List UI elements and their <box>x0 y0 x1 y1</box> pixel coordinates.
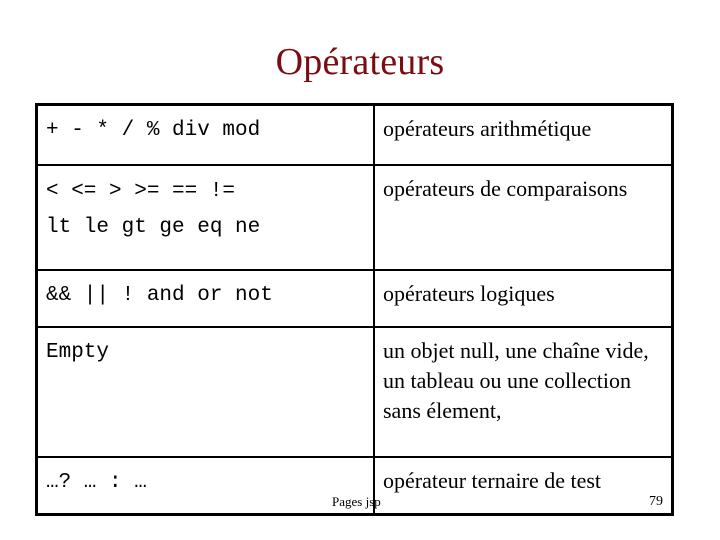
operator-description-cell: opérateur ternaire de test <box>373 455 674 516</box>
operator-syntax-cell: < <= > >= == != lt le gt ge eq ne <box>35 163 375 271</box>
operator-syntax-cell: Empty <box>35 325 375 458</box>
operator-description-text: opérateurs de comparaisons <box>383 175 628 201</box>
operator-syntax-line: && || ! and or not <box>46 283 273 307</box>
operator-syntax-line: < <= > >= == != <box>46 179 236 203</box>
table-row: && || ! and or not opérateurs logiques <box>35 268 674 328</box>
operator-syntax-cell: …? … : … <box>35 455 375 516</box>
operator-description-cell: opérateurs arithmétique <box>373 103 674 166</box>
operator-description-text: un objet null, une chaîne vide, un table… <box>383 337 649 423</box>
page-number: 79 <box>649 494 663 509</box>
operator-syntax-line: lt le gt ge eq ne <box>46 215 261 239</box>
footer-label: Pages jsp <box>332 494 381 509</box>
operator-description-text: opérateur ternaire de test <box>383 467 602 493</box>
operator-description-text: opérateurs arithmétique <box>383 116 592 141</box>
operator-syntax-cell: + - * / % div mod <box>35 103 375 166</box>
operator-description-cell: un objet null, une chaîne vide, un table… <box>373 325 674 458</box>
operator-description-cell: opérateurs logiques <box>373 268 674 328</box>
slide-canvas: Opérateurs + - * / % div mod opérateurs … <box>0 0 720 540</box>
operators-table: + - * / % div mod opérateurs arithmétiqu… <box>35 103 674 516</box>
operator-syntax-line: + - * / % div mod <box>46 119 261 142</box>
page-title: Opérateurs <box>275 41 445 83</box>
table-row: + - * / % div mod opérateurs arithmétiqu… <box>35 103 674 166</box>
operator-syntax-line: …? … : … <box>46 470 147 494</box>
table-row: < <= > >= == != lt le gt ge eq ne opérat… <box>35 163 674 271</box>
table-row: Empty un objet null, une chaîne vide, un… <box>35 325 674 458</box>
operator-syntax-line: Empty <box>46 340 110 364</box>
operator-description-cell: opérateurs de comparaisons <box>373 163 674 271</box>
operator-description-text: opérateurs logiques <box>383 280 555 306</box>
operator-syntax-cell: && || ! and or not <box>35 268 375 328</box>
